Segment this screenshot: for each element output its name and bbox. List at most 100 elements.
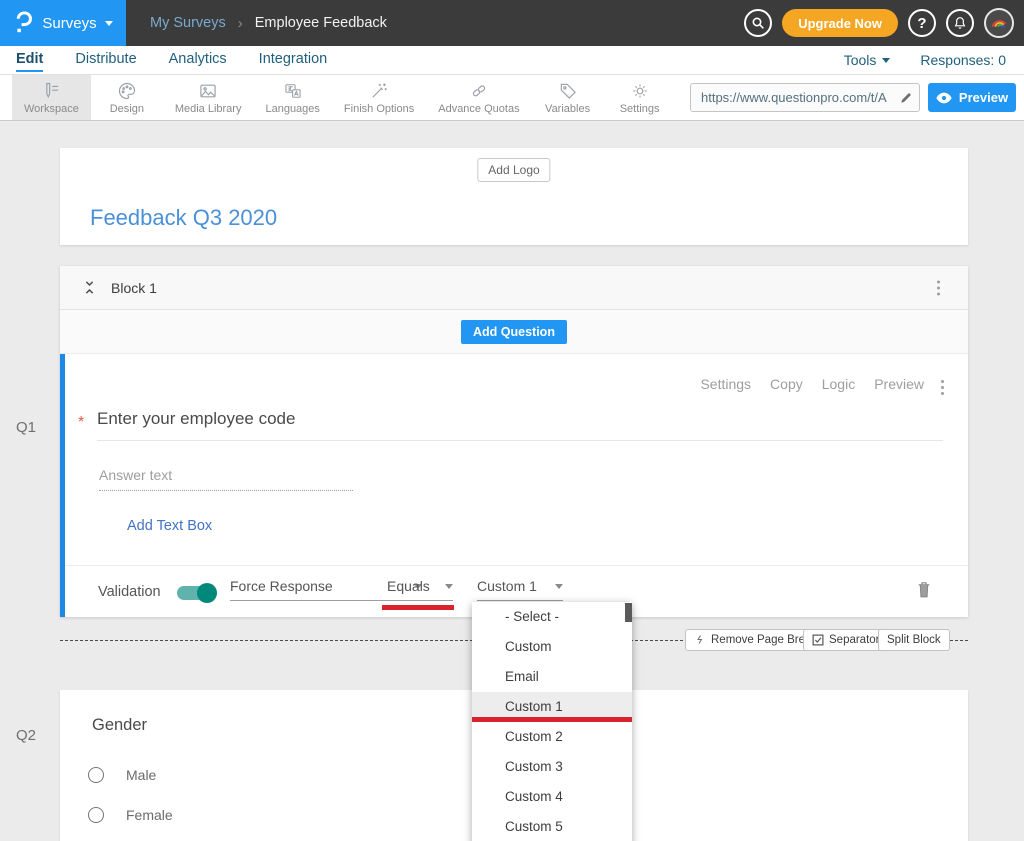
toolbar-item-settings[interactable]: Settings	[604, 75, 676, 120]
dropdown-option-custom-1[interactable]: Custom 1	[472, 692, 632, 722]
magic-wand-icon	[368, 81, 390, 101]
toolbar-item-finish-options[interactable]: Finish Options	[332, 75, 426, 120]
question-logic-link[interactable]: Logic	[822, 376, 855, 392]
custom-value: Custom 1	[477, 578, 537, 594]
survey-header-card: Add Logo Feedback Q3 2020	[60, 148, 968, 245]
radio-button-icon[interactable]	[88, 807, 104, 823]
block-header: Block 1	[60, 266, 968, 310]
upgrade-now-button[interactable]: Upgrade Now	[782, 9, 898, 37]
custom-value-select[interactable]: Custom 1	[477, 578, 563, 601]
preview-label: Preview	[959, 90, 1008, 105]
dropdown-option-select[interactable]: - Select -	[472, 602, 632, 632]
chevron-down-icon	[445, 584, 453, 589]
notifications-button[interactable]	[946, 9, 974, 37]
bell-icon	[952, 15, 968, 31]
collapse-block-button[interactable]	[82, 279, 97, 296]
add-text-box-link[interactable]: Add Text Box	[127, 518, 212, 534]
operator-highlight-underline	[382, 605, 454, 610]
radio-option-female[interactable]: Female	[88, 807, 173, 823]
responses-counter[interactable]: Responses: 0	[920, 52, 1006, 68]
translate-icon	[282, 81, 304, 101]
palette-icon	[116, 81, 138, 101]
toolbar-item-media-library[interactable]: Media Library	[163, 75, 254, 120]
add-logo-button[interactable]: Add Logo	[477, 158, 550, 182]
remove-page-break-icon	[694, 634, 706, 646]
dropdown-option-email[interactable]: Email	[472, 662, 632, 692]
tab-distribute[interactable]: Distribute	[75, 47, 136, 73]
toolbar-item-advance-quotas[interactable]: Advance Quotas	[426, 75, 531, 120]
question-text[interactable]: Gender	[92, 716, 147, 735]
question-preview-link[interactable]: Preview	[874, 376, 924, 392]
required-marker: *	[78, 414, 84, 432]
top-bar: Surveys My Surveys › Employee Feedback U…	[0, 0, 1024, 46]
collapse-icon	[82, 279, 97, 296]
dropdown-scrollbar[interactable]	[625, 603, 632, 622]
survey-url-input[interactable]	[691, 90, 893, 105]
operator-value: Equals	[387, 578, 430, 594]
help-button[interactable]: ?	[908, 9, 936, 37]
breadcrumb-my-surveys[interactable]: My Surveys	[150, 15, 226, 31]
tab-integration[interactable]: Integration	[259, 47, 328, 73]
separator-label: Separator	[829, 634, 880, 646]
toolbar-item-design[interactable]: Design	[91, 75, 163, 120]
operator-select[interactable]: Equals	[387, 578, 453, 601]
toolbar-item-workspace[interactable]: Workspace	[12, 75, 91, 120]
block-menu-button[interactable]	[933, 276, 944, 299]
survey-nav-tabs: Edit Distribute Analytics Integration	[16, 47, 327, 73]
gear-icon	[629, 81, 651, 101]
breadcrumb: My Surveys › Employee Feedback	[150, 15, 387, 32]
dropdown-option-custom[interactable]: Custom	[472, 632, 632, 662]
add-question-row: Add Question	[60, 310, 968, 354]
tools-menu[interactable]: Tools	[844, 52, 891, 68]
preview-button[interactable]: Preview	[928, 83, 1016, 112]
dropdown-option-custom-4[interactable]: Custom 4	[472, 782, 632, 812]
radio-option-label: Male	[126, 767, 156, 783]
delete-question-button[interactable]	[916, 580, 932, 599]
rainbow-avatar-icon	[988, 12, 1010, 34]
tab-edit[interactable]: Edit	[16, 47, 43, 73]
answer-text-input[interactable]	[99, 467, 353, 491]
trash-icon	[916, 580, 932, 599]
nav-right: Tools Responses: 0	[844, 52, 1008, 68]
validation-label: Validation	[98, 584, 161, 600]
survey-canvas: Add Logo Feedback Q3 2020 Block 1 Add Qu…	[0, 121, 1024, 841]
survey-title[interactable]: Feedback Q3 2020	[90, 205, 277, 231]
chevron-down-icon	[105, 21, 113, 26]
breadcrumb-separator: ›	[238, 15, 243, 32]
product-switcher[interactable]: Surveys	[0, 0, 126, 46]
user-avatar[interactable]	[984, 8, 1014, 38]
split-block-button[interactable]: Split Block	[878, 629, 950, 651]
chain-icon	[468, 81, 490, 101]
toolbar-item-variables[interactable]: Variables	[532, 75, 604, 120]
question-copy-link[interactable]: Copy	[770, 376, 803, 392]
validation-toggle[interactable]	[177, 586, 215, 600]
toolbar-item-languages[interactable]: Languages	[253, 75, 331, 120]
search-icon	[750, 15, 766, 31]
radio-option-male[interactable]: Male	[88, 767, 156, 783]
question-menu-button[interactable]	[937, 376, 948, 399]
checked-checkbox-icon	[812, 634, 824, 646]
dropdown-option-custom-2[interactable]: Custom 2	[472, 722, 632, 752]
block-card: Block 1 Add Question Settings Copy Logic…	[60, 266, 968, 617]
add-question-button[interactable]: Add Question	[461, 320, 567, 344]
dropdown-option-custom-3[interactable]: Custom 3	[472, 752, 632, 782]
pencil-icon	[899, 91, 913, 105]
tab-analytics[interactable]: Analytics	[169, 47, 227, 73]
split-block-label: Split Block	[887, 634, 941, 646]
search-button[interactable]	[744, 9, 772, 37]
tag-icon	[557, 81, 579, 101]
question-1-card[interactable]: Settings Copy Logic Preview * Enter your…	[60, 354, 968, 617]
question-settings-link[interactable]: Settings	[700, 376, 751, 392]
remove-page-break-label: Remove Page Break	[711, 634, 817, 646]
radio-button-icon[interactable]	[88, 767, 104, 783]
separator-button[interactable]: Separator	[803, 629, 889, 651]
edit-url-button[interactable]	[893, 84, 919, 111]
dropdown-option-custom-5[interactable]: Custom 5	[472, 812, 632, 841]
question-text[interactable]: Enter your employee code	[97, 409, 295, 429]
image-icon	[197, 81, 219, 101]
force-response-value: Force Response	[230, 578, 333, 594]
block-title[interactable]: Block 1	[111, 280, 157, 296]
chevron-down-icon	[882, 58, 890, 63]
breadcrumb-current-survey: Employee Feedback	[255, 15, 387, 31]
question-2-gutter-label: Q2	[16, 727, 36, 744]
